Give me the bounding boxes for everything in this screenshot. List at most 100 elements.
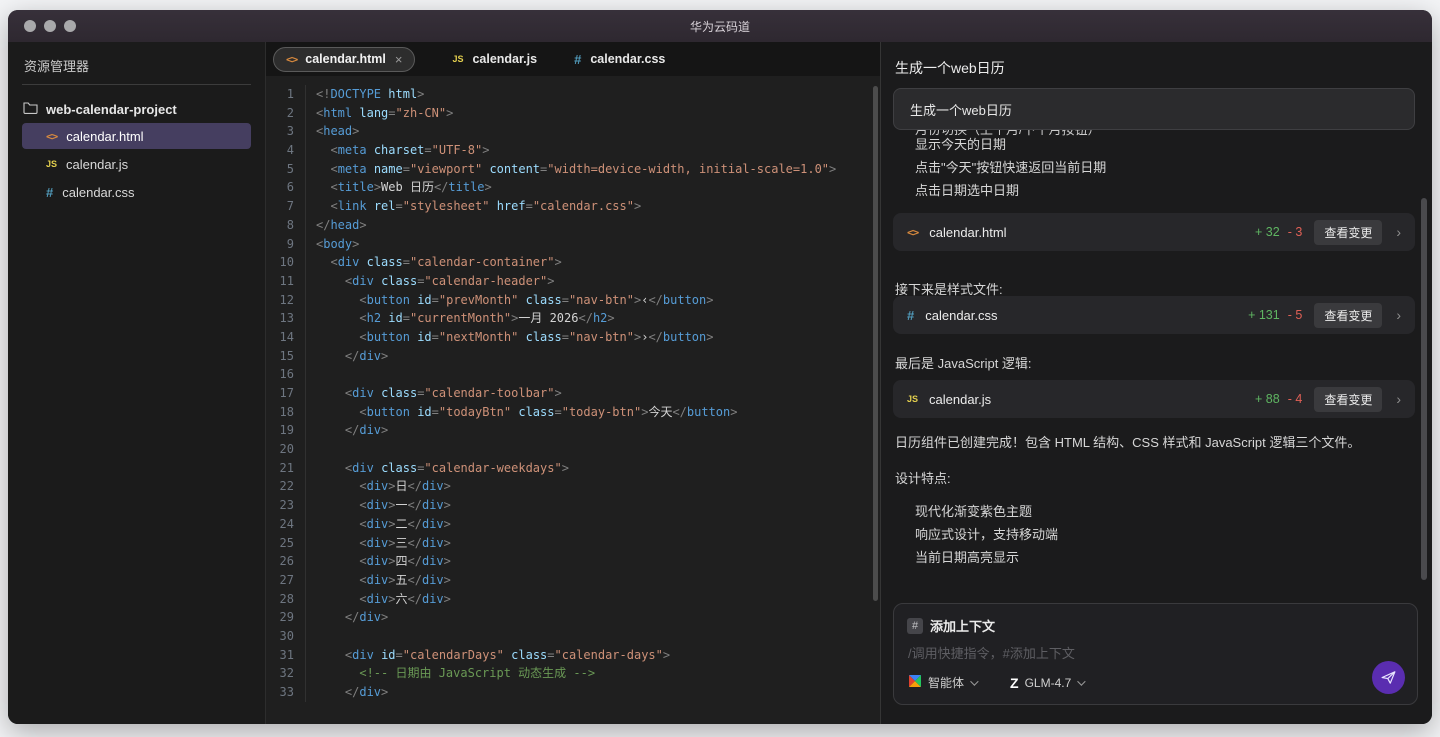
code-line: 33 </div> (266, 683, 880, 702)
main-layout: 资源管理器 web-calendar-project <> calendar.h… (8, 42, 1432, 724)
line-number: 32 (266, 664, 306, 683)
chat-session-title: 生成一个web日历 (895, 58, 1005, 78)
code-line: 26 <div>四</div> (266, 552, 880, 571)
chat-input-placeholder[interactable]: /调用快捷指令，#添加上下文 (908, 643, 1075, 662)
list-item: 现代化渐变紫色主题 (915, 500, 1412, 523)
line-number: 33 (266, 683, 306, 702)
line-number: 2 (266, 104, 306, 123)
agent-selector[interactable]: 智能体 (908, 674, 976, 691)
line-number: 5 (266, 160, 306, 179)
js-file-icon: JS (907, 394, 918, 404)
tab-calendar-css[interactable]: # calendar.css (574, 48, 665, 71)
file-label: calendar.css (62, 185, 134, 200)
sidebar-divider (22, 84, 251, 85)
line-number: 11 (266, 272, 306, 291)
line-number: 16 (266, 365, 306, 384)
code-line: 3<head> (266, 122, 880, 141)
code-line: 24 <div>二</div> (266, 515, 880, 534)
view-changes-button[interactable]: 查看变更 (1314, 387, 1382, 412)
code-text: <html lang="zh-CN"> (306, 104, 453, 123)
code-text: <div>五</div> (306, 571, 451, 590)
chevron-down-icon (970, 677, 978, 685)
explorer-header: 资源管理器 (8, 42, 265, 84)
line-number: 9 (266, 235, 306, 254)
window-close-button[interactable] (24, 20, 36, 32)
code-area[interactable]: 1<!DOCTYPE html>2<html lang="zh-CN">3<he… (266, 76, 880, 724)
clipped-list-item: 月份切换（上个月/下个月按钮） (915, 130, 1412, 139)
code-text: <body> (306, 235, 359, 254)
add-context-chip[interactable]: # 添加上下文 (907, 616, 995, 635)
close-icon[interactable]: × (395, 52, 403, 67)
window-minimize-button[interactable] (44, 20, 56, 32)
line-number: 31 (266, 646, 306, 665)
code-text: </div> (306, 421, 388, 440)
code-text: <title>Web 日历</title> (306, 178, 492, 197)
line-number: 3 (266, 122, 306, 141)
code-text: <div>二</div> (306, 515, 451, 534)
model-selector[interactable]: Z GLM-4.7 (1010, 675, 1083, 691)
project-folder[interactable]: web-calendar-project (8, 97, 265, 121)
file-change-card-css[interactable]: # calendar.css + 131 - 5 查看变更 › (893, 296, 1415, 334)
design-feature-list: 现代化渐变紫色主题 响应式设计，支持移动端 当前日期高亮显示 (915, 500, 1412, 569)
code-text: <!-- 日期由 JavaScript 动态生成 --> (306, 664, 595, 683)
code-line: 16 (266, 365, 880, 384)
design-features-title: 设计特点: (895, 470, 1412, 488)
sidebar-item-calendar-js[interactable]: JS calendar.js (22, 151, 251, 177)
code-line: 1<!DOCTYPE html> (266, 85, 880, 104)
code-line: 9<body> (266, 235, 880, 254)
file-change-card-html[interactable]: <> calendar.html + 32 - 3 查看变更 › (893, 213, 1415, 251)
code-line: 22 <div>日</div> (266, 477, 880, 496)
code-line: 6 <title>Web 日历</title> (266, 178, 880, 197)
code-line: 2<html lang="zh-CN"> (266, 104, 880, 123)
chevron-right-icon[interactable]: › (1396, 307, 1401, 323)
code-text: <div class="calendar-header"> (306, 272, 554, 291)
view-changes-button[interactable]: 查看变更 (1314, 303, 1382, 328)
line-number: 29 (266, 608, 306, 627)
view-changes-button[interactable]: 查看变更 (1314, 220, 1382, 245)
html-file-icon: <> (286, 53, 297, 66)
code-line: 23 <div>一</div> (266, 496, 880, 515)
lines-added: + 88 (1255, 392, 1280, 406)
line-number: 23 (266, 496, 306, 515)
chevron-right-icon[interactable]: › (1396, 391, 1401, 407)
chevron-right-icon[interactable]: › (1396, 224, 1401, 240)
project-folder-label: web-calendar-project (46, 102, 177, 117)
code-text (306, 627, 316, 646)
tab-calendar-js[interactable]: JS calendar.js (452, 48, 537, 70)
code-line: 30 (266, 627, 880, 646)
code-text: <button id="prevMonth" class="nav-btn">‹… (306, 291, 714, 310)
agent-icon (908, 674, 922, 691)
code-text: <div>六</div> (306, 590, 451, 609)
code-text: <div>一</div> (306, 496, 451, 515)
code-line: 13 <h2 id="currentMonth">一月 2026</h2> (266, 309, 880, 328)
editor-scrollbar[interactable] (873, 86, 878, 601)
tab-label: calendar.js (472, 52, 537, 66)
file-name: calendar.html (929, 225, 1006, 240)
css-file-icon: # (907, 308, 914, 323)
line-number: 10 (266, 253, 306, 272)
line-number: 18 (266, 403, 306, 422)
assistant-text-js-intro: 最后是 JavaScript 逻辑: (895, 355, 1412, 373)
code-text: </div> (306, 608, 388, 627)
chat-input-box[interactable]: # 添加上下文 /调用快捷指令，#添加上下文 (893, 603, 1418, 705)
window-maximize-button[interactable] (64, 20, 76, 32)
line-number: 14 (266, 328, 306, 347)
file-change-card-js[interactable]: JS calendar.js + 88 - 4 查看变更 › (893, 380, 1415, 418)
sidebar-item-calendar-css[interactable]: # calendar.css (22, 179, 251, 205)
send-button[interactable] (1372, 661, 1405, 694)
line-number: 28 (266, 590, 306, 609)
sidebar-item-calendar-html[interactable]: <> calendar.html (22, 123, 251, 149)
code-line: 19 </div> (266, 421, 880, 440)
editor-tab-bar: <> calendar.html × JS calendar.js # cale… (266, 42, 880, 76)
line-number: 20 (266, 440, 306, 459)
code-line: 18 <button id="todayBtn" class="today-bt… (266, 403, 880, 422)
code-line: 10 <div class="calendar-container"> (266, 253, 880, 272)
file-name: calendar.js (929, 392, 991, 407)
code-line: 28 <div>六</div> (266, 590, 880, 609)
line-number: 21 (266, 459, 306, 478)
assistant-text-completion: 日历组件已创建完成！包含 HTML 结构、CSS 样式和 JavaScript … (895, 434, 1412, 452)
code-text (306, 365, 316, 384)
tab-calendar-html[interactable]: <> calendar.html × (273, 47, 415, 72)
lines-removed: - 5 (1288, 308, 1303, 322)
chat-scrollbar[interactable] (1421, 198, 1427, 580)
